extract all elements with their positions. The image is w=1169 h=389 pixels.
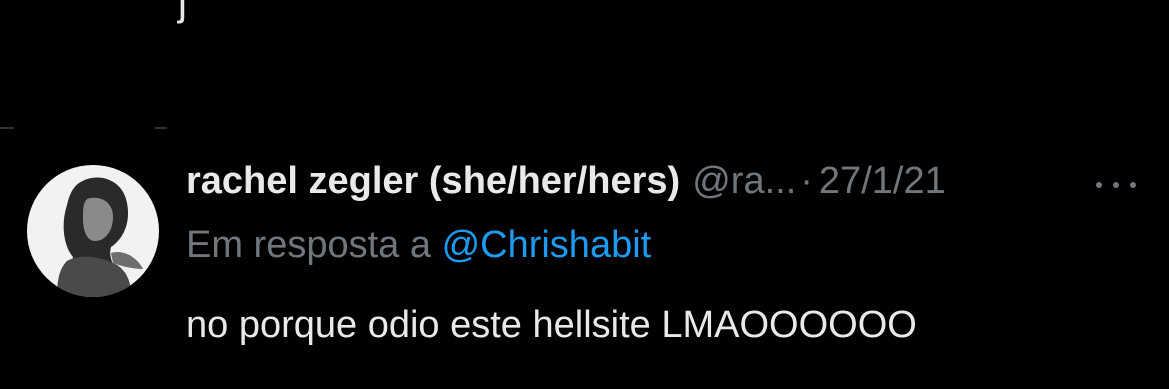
avatar[interactable] <box>27 165 159 297</box>
author-handle[interactable]: @ra... <box>692 160 796 203</box>
more-horizontal-icon <box>1096 182 1102 188</box>
header-separator: · <box>800 160 813 202</box>
divider-line <box>155 127 167 129</box>
more-horizontal-icon <box>1130 182 1136 188</box>
more-options-button[interactable] <box>1096 178 1136 192</box>
profile-photo-icon <box>27 165 159 297</box>
tweet-date[interactable]: 27/1/21 <box>819 160 946 203</box>
more-horizontal-icon <box>1113 182 1119 188</box>
reply-prefix: Em resposta a <box>186 224 431 266</box>
tweet-header: rachel zegler (she/her/hers) @ra... · 27… <box>186 160 946 210</box>
author-display-name[interactable]: rachel zegler (she/her/hers) <box>186 160 680 203</box>
divider-line <box>0 127 14 129</box>
tweet[interactable]: rachel zegler (she/her/hers) @ra... · 27… <box>0 140 1169 389</box>
reply-mention-link[interactable]: @Chrishabit <box>442 224 652 266</box>
tweet-text: no porque odio este hellsite LMAOOOOOO <box>186 304 917 346</box>
reply-context: Em resposta a @Chrishabit <box>186 224 651 267</box>
previous-tweet-text-fragment: j <box>178 0 187 24</box>
